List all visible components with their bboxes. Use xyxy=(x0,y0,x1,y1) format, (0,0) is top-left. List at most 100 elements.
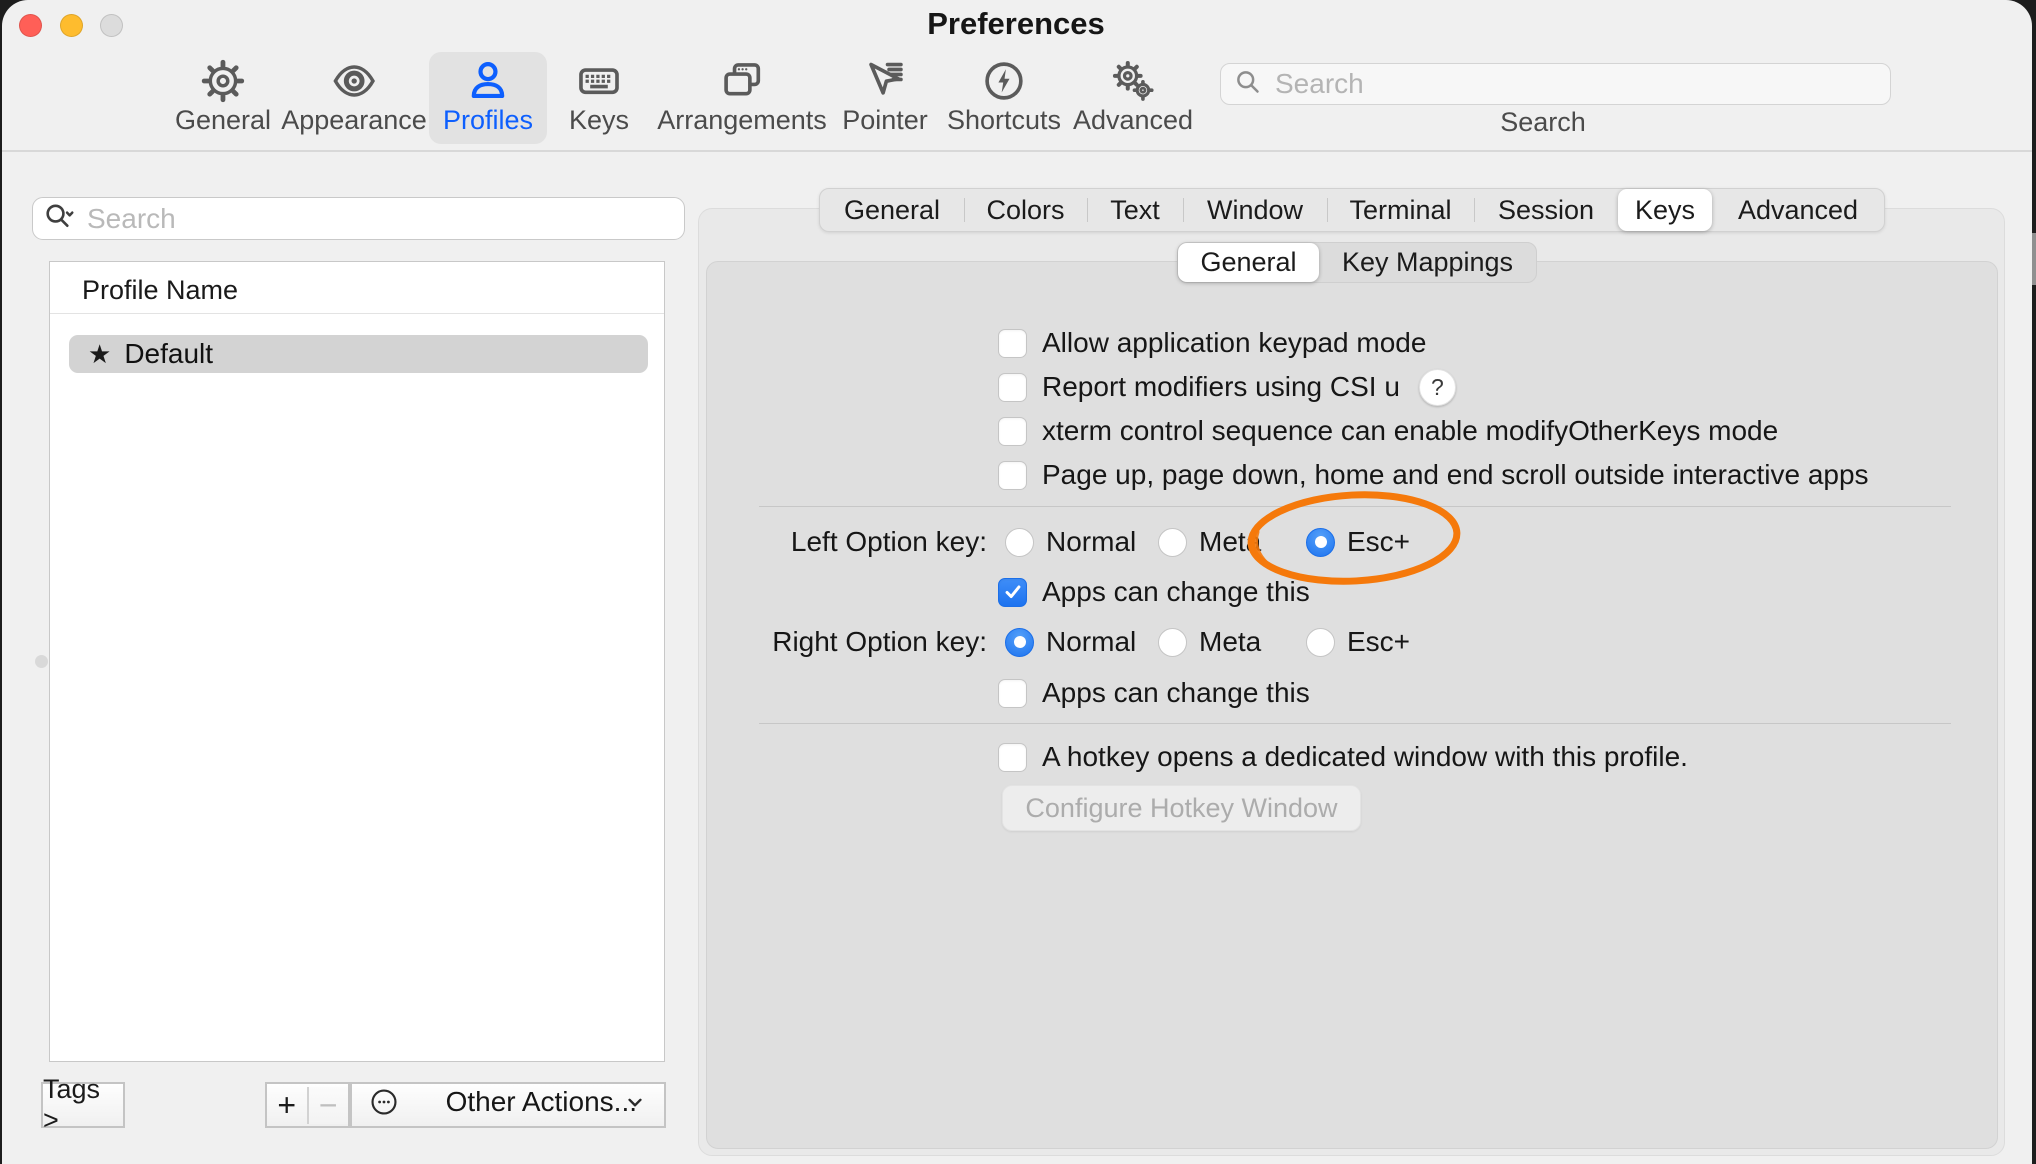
other-actions-dropdown[interactable]: Other Actions... xyxy=(350,1082,666,1128)
checkbox-label: A hotkey opens a dedicated window with t… xyxy=(1042,741,1688,773)
magnifier-icon xyxy=(1233,67,1263,102)
checkbox[interactable] xyxy=(998,329,1027,358)
tab-window[interactable]: Window xyxy=(1183,189,1327,231)
checkbox-label: Page up, page down, home and end scroll … xyxy=(1042,459,1869,491)
checkbox-row-csi-u[interactable]: Report modifiers using CSI u ? xyxy=(998,369,1456,405)
checkbox-label: Report modifiers using CSI u xyxy=(1042,371,1400,403)
checkbox-row-keypad[interactable]: Allow application keypad mode xyxy=(998,325,1426,361)
keys-subtab-bar: General Key Mappings xyxy=(1177,242,1537,283)
checkbox[interactable] xyxy=(998,743,1027,772)
tab-colors[interactable]: Colors xyxy=(964,189,1087,231)
checkbox-label: xterm control sequence can enable modify… xyxy=(1042,415,1778,447)
toolbar-item-advanced[interactable]: Advanced xyxy=(1059,52,1207,144)
toolbar-item-profiles[interactable]: Profiles xyxy=(429,52,547,144)
radio-label: Esc+ xyxy=(1347,524,1410,560)
radio-left-normal[interactable]: Normal xyxy=(1005,524,1136,560)
close-button[interactable] xyxy=(19,14,42,37)
profile-search-input[interactable] xyxy=(85,202,674,236)
toolbar-item-shortcuts[interactable]: Shortcuts xyxy=(933,52,1075,144)
radio-right-esc[interactable]: Esc+ xyxy=(1306,624,1410,660)
eye-icon xyxy=(331,58,377,104)
toolbar-label: Advanced xyxy=(1073,105,1193,136)
right-option-key-label: Right Option key: xyxy=(702,624,987,660)
radio-button[interactable] xyxy=(1005,528,1034,557)
add-profile-button[interactable]: + xyxy=(267,1087,307,1124)
checkbox-label: Allow application keypad mode xyxy=(1042,327,1426,359)
radio-right-meta[interactable]: Meta xyxy=(1158,624,1261,660)
radio-button[interactable] xyxy=(1306,628,1335,657)
profile-list: Profile Name ★ Default xyxy=(49,261,665,1062)
checkbox[interactable] xyxy=(998,679,1027,708)
toolbar-item-keys[interactable]: Keys xyxy=(555,52,643,144)
checkbox[interactable] xyxy=(998,373,1027,402)
checkbox-row-modifyotherkeys[interactable]: xterm control sequence can enable modify… xyxy=(998,413,1778,449)
minimize-button[interactable] xyxy=(60,14,83,37)
tab-session[interactable]: Session xyxy=(1474,189,1618,231)
radio-label: Normal xyxy=(1046,524,1136,560)
add-remove-group: + − xyxy=(265,1082,350,1128)
apps-can-change-right-row[interactable]: Apps can change this xyxy=(998,675,1310,711)
gears-icon xyxy=(1110,58,1156,104)
toolbar-search-field[interactable] xyxy=(1220,63,1891,105)
tab-keys[interactable]: Keys xyxy=(1618,189,1712,231)
radio-button[interactable] xyxy=(1158,628,1187,657)
radio-button[interactable] xyxy=(1005,628,1034,657)
tab-text[interactable]: Text xyxy=(1087,189,1183,231)
person-icon xyxy=(465,58,511,104)
keyboard-icon xyxy=(576,58,622,104)
checkbox[interactable] xyxy=(998,417,1027,446)
radio-button[interactable] xyxy=(1158,528,1187,557)
radio-left-meta[interactable]: Meta xyxy=(1158,524,1261,560)
gear-icon xyxy=(200,58,246,104)
profile-search-field[interactable] xyxy=(32,197,685,240)
bolt-circle-icon xyxy=(981,58,1027,104)
left-option-key-row: Left Option key: Normal Meta Esc+ xyxy=(702,524,1951,560)
help-button[interactable]: ? xyxy=(1419,369,1456,406)
tab-advanced[interactable]: Advanced xyxy=(1712,189,1884,231)
radio-right-normal[interactable]: Normal xyxy=(1005,624,1136,660)
magnifier-menu-icon xyxy=(43,200,77,237)
tab-general[interactable]: General xyxy=(820,189,964,231)
tags-button[interactable]: Tags > xyxy=(41,1082,125,1128)
radio-label: Meta xyxy=(1199,624,1261,660)
apps-can-change-left-row[interactable]: Apps can change this xyxy=(998,574,1310,610)
checkbox[interactable] xyxy=(998,578,1027,607)
remove-profile-button[interactable]: − xyxy=(307,1087,349,1124)
toolbar-divider xyxy=(2,150,2032,152)
radio-button[interactable] xyxy=(1306,528,1335,557)
configure-hotkey-window-button[interactable]: Configure Hotkey Window xyxy=(1002,785,1361,831)
toolbar-search-input[interactable] xyxy=(1273,67,1878,101)
windows-icon xyxy=(719,58,765,104)
radio-left-esc[interactable]: Esc+ xyxy=(1306,524,1410,560)
section-divider xyxy=(759,506,1951,507)
toolbar-label: Appearance xyxy=(281,105,427,136)
right-edge-artifact xyxy=(2032,233,2036,285)
subtab-key-mappings[interactable]: Key Mappings xyxy=(1319,243,1536,282)
zoom-button[interactable] xyxy=(100,14,123,37)
profile-name: Default xyxy=(124,338,213,370)
subtab-general[interactable]: General xyxy=(1178,243,1319,282)
radio-label: Esc+ xyxy=(1347,624,1410,660)
checkbox-row-scroll-outside[interactable]: Page up, page down, home and end scroll … xyxy=(998,457,1869,493)
toolbar-label: Shortcuts xyxy=(947,105,1061,136)
star-icon: ★ xyxy=(88,341,111,367)
toolbar-label: General xyxy=(175,105,271,136)
toolbar-item-appearance[interactable]: Appearance xyxy=(267,52,441,144)
left-option-key-label: Left Option key: xyxy=(702,524,987,560)
cursor-icon xyxy=(862,58,908,104)
toolbar-item-pointer[interactable]: Pointer xyxy=(828,52,942,144)
tags-button-label: Tags > xyxy=(43,1074,123,1136)
profile-row-default[interactable]: ★ Default xyxy=(69,335,648,373)
profile-tab-bar: General Colors Text Window Terminal Sess… xyxy=(819,188,1885,232)
preferences-window: Preferences General Appearance xyxy=(2,0,2032,1164)
divider-dot xyxy=(35,655,48,668)
checkbox-label: Apps can change this xyxy=(1042,576,1310,608)
other-actions-label: Other Actions... xyxy=(352,1084,637,1120)
toolbar-label: Arrangements xyxy=(657,105,827,136)
checkbox[interactable] xyxy=(998,461,1027,490)
tab-terminal[interactable]: Terminal xyxy=(1327,189,1474,231)
toolbar-label: Pointer xyxy=(842,105,928,136)
radio-label: Normal xyxy=(1046,624,1136,660)
toolbar-item-arrangements[interactable]: Arrangements xyxy=(643,52,841,144)
hotkey-row[interactable]: A hotkey opens a dedicated window with t… xyxy=(998,739,1688,775)
